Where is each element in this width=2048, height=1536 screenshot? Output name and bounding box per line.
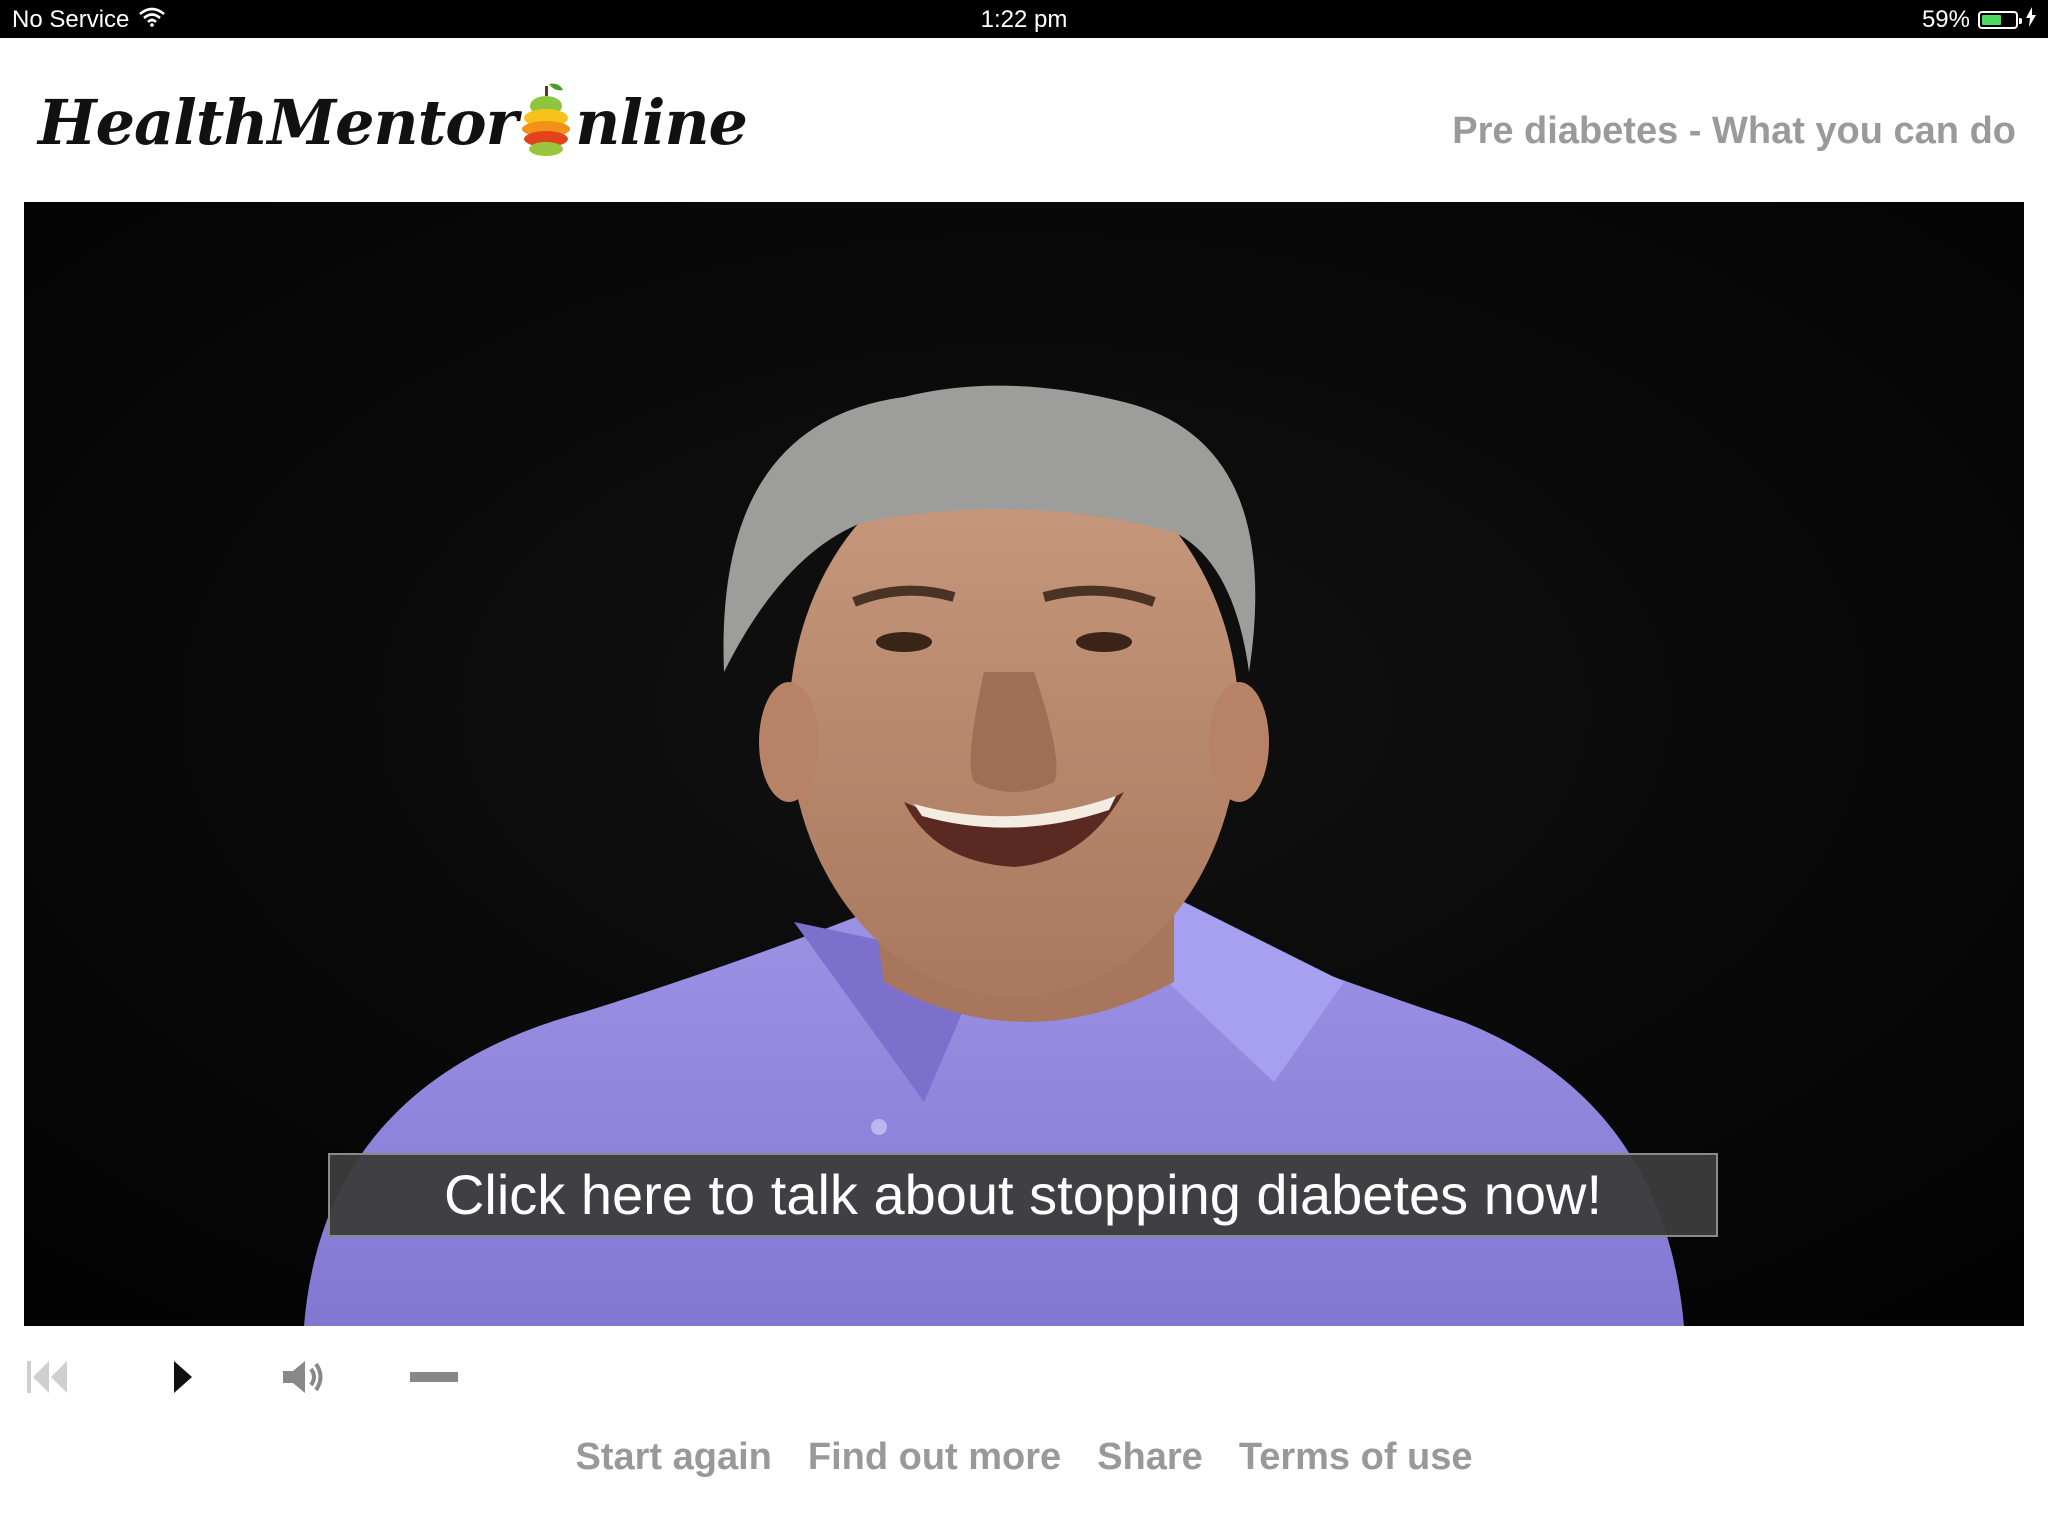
footer-links: Start again Find out more Share Terms of… <box>0 1436 2048 1479</box>
volume-icon[interactable] <box>280 1352 330 1402</box>
minus-icon[interactable] <box>409 1352 459 1402</box>
logo-text-part2: nline <box>575 85 748 159</box>
page-title: Pre diabetes - What you can do <box>1452 110 2016 152</box>
logo-text-part1: HealthMentor <box>38 85 518 159</box>
status-time: 1:22 pm <box>980 6 1068 33</box>
battery-percent: 59% <box>1921 6 1970 33</box>
find-out-more-link[interactable]: Find out more <box>808 1436 1061 1479</box>
logo[interactable]: HealthMentor nline <box>38 72 748 172</box>
battery-icon <box>1978 11 2022 29</box>
fruit-icon <box>519 80 573 165</box>
battery-fill <box>1982 15 2001 25</box>
charging-icon <box>2026 6 2036 34</box>
player-controls <box>24 1352 624 1402</box>
terms-of-use-link[interactable]: Terms of use <box>1239 1436 1473 1479</box>
restart-icon[interactable] <box>24 1352 70 1402</box>
start-again-link[interactable]: Start again <box>575 1436 771 1479</box>
play-icon[interactable] <box>162 1352 202 1402</box>
status-bar: No Service 1:22 pm 59% <box>0 0 2048 38</box>
video-player[interactable]: Click here to talk about stopping diabet… <box>24 202 2024 1326</box>
status-right: 59% <box>1922 6 2036 34</box>
share-link[interactable]: Share <box>1097 1436 1203 1479</box>
talk-about-diabetes-button[interactable]: Click here to talk about stopping diabet… <box>328 1153 1718 1237</box>
